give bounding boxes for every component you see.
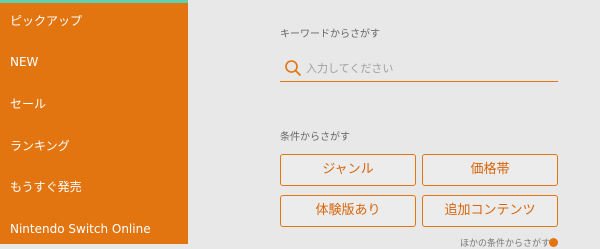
main-panel: キーワードからさがす 条件からさがす ジャンル 価格帯 体験版あり 追加コンテン… [188, 0, 600, 249]
more-conditions-icon[interactable] [549, 238, 558, 247]
condition-search-label: 条件からさがす [280, 132, 350, 143]
sidebar-item-pickup[interactable]: ピックアップ [0, 0, 188, 42]
sidebar-item-sale[interactable]: セール [0, 83, 188, 125]
sidebar-item-coming-soon[interactable]: もうすぐ発売 [0, 166, 188, 208]
sidebar-item-ranking[interactable]: ランキング [0, 125, 188, 167]
sidebar-item-new[interactable]: NEW [0, 41, 188, 83]
sidebar-item-switch-online[interactable]: Nintendo Switch Online [0, 208, 188, 244]
genre-button[interactable]: ジャンル [280, 154, 416, 186]
dlc-button[interactable]: 追加コンテンツ [422, 195, 558, 227]
keyword-search-label: キーワードからさがす [280, 29, 380, 40]
search-icon [285, 60, 301, 76]
search-input[interactable] [306, 56, 554, 80]
more-conditions-link[interactable]: ほかの条件からさがす [460, 236, 550, 249]
demo-available-button[interactable]: 体験版あり [280, 195, 416, 227]
search-box[interactable] [280, 54, 558, 82]
sidebar: ピックアップ NEW セール ランキング もうすぐ発売 Nintendo Swi… [0, 0, 188, 244]
price-range-button[interactable]: 価格帯 [422, 154, 558, 186]
